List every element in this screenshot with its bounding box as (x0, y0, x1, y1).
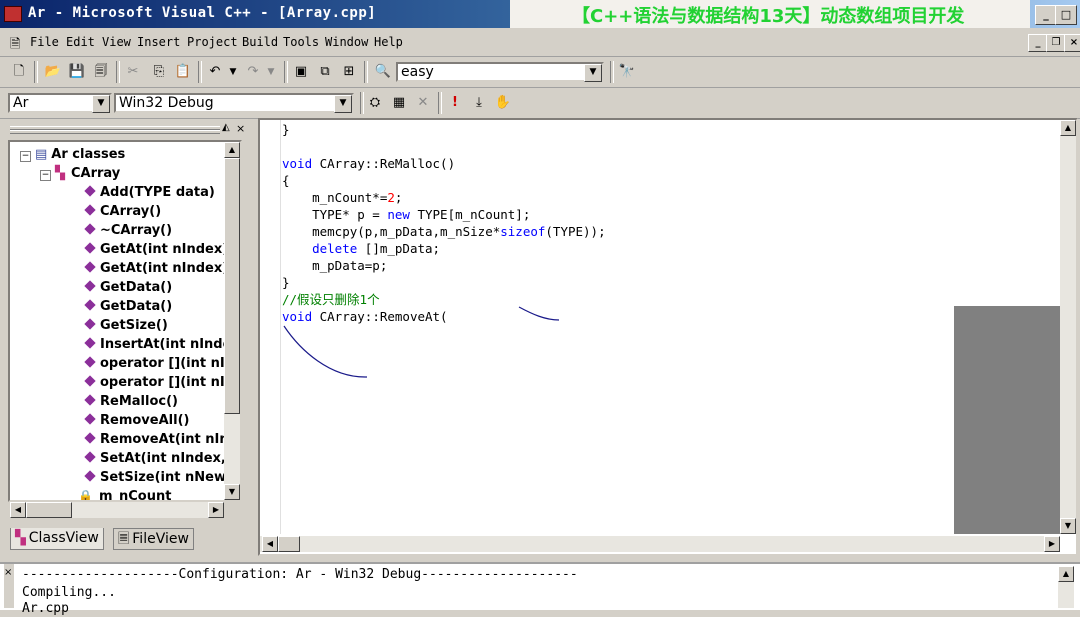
scroll-left-icon[interactable]: ◀ (262, 536, 278, 552)
output-panel[interactable]: × --------------------Configuration: Ar … (0, 562, 1080, 616)
editor-vertical-scrollbar[interactable]: ▲ ▼ (1060, 120, 1076, 534)
output-line: Ar.cpp (22, 601, 69, 616)
scroll-thumb[interactable] (278, 536, 300, 552)
scroll-down-icon[interactable]: ▼ (1060, 518, 1076, 534)
output-grip: × (4, 564, 14, 608)
editor-horizontal-scrollbar[interactable]: ◀ ▶ (260, 536, 1060, 552)
output-line: Compiling... (22, 585, 116, 600)
scroll-up-icon[interactable]: ▲ (1060, 120, 1076, 136)
pen-annotation (283, 306, 560, 378)
scroll-right-icon[interactable]: ▶ (1044, 536, 1060, 552)
output-scrollbar[interactable]: ▲ (1058, 566, 1074, 608)
output-close-icon[interactable]: × (4, 567, 12, 578)
scroll-up-icon[interactable]: ▲ (1058, 566, 1074, 582)
output-line: --------------------Configuration: Ar - … (22, 567, 578, 582)
video-overlay-box (954, 306, 1060, 534)
